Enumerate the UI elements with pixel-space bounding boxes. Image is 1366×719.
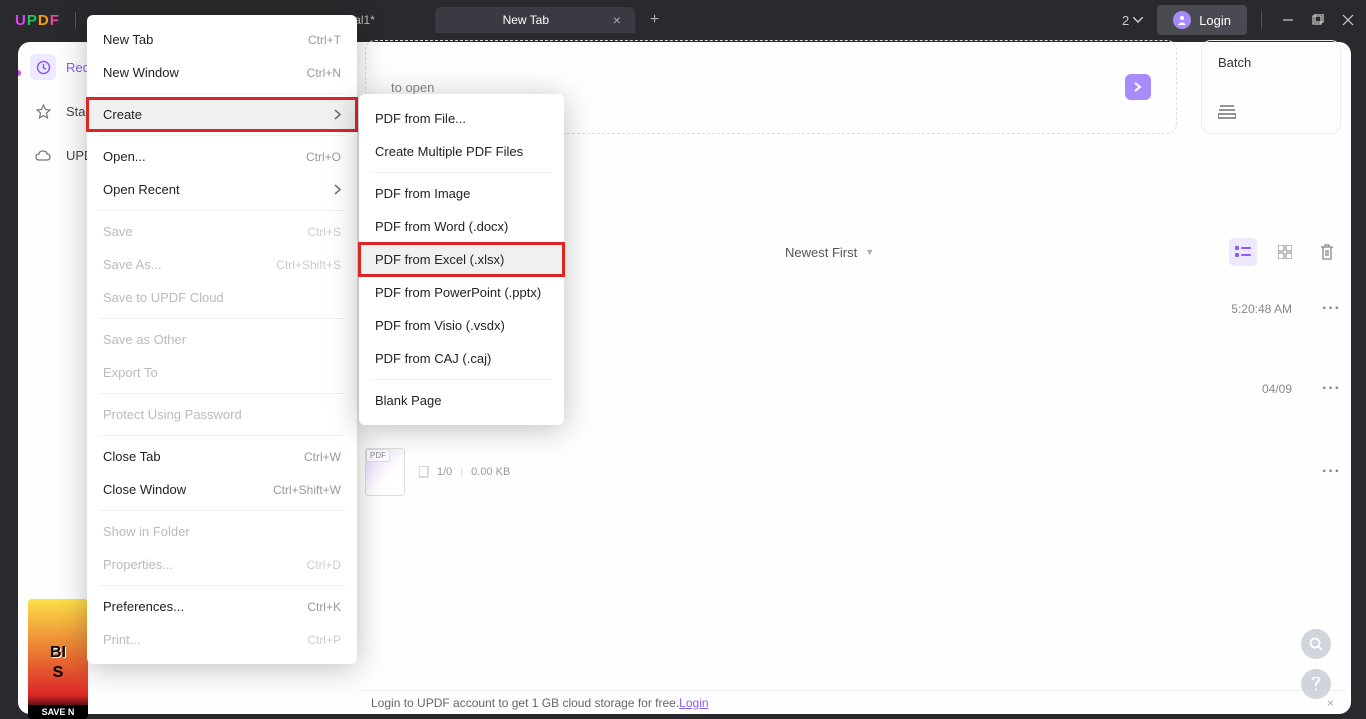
window-count-dropdown[interactable]: 2 bbox=[1122, 13, 1143, 28]
menu-item-save-to-updf-cloud: Save to UPDF Cloud bbox=[87, 281, 357, 314]
menu-item-print: Print...Ctrl+P bbox=[87, 623, 357, 656]
star-icon bbox=[30, 98, 56, 124]
menu-item-open[interactable]: Open...Ctrl+O bbox=[87, 140, 357, 173]
avatar-icon bbox=[1173, 11, 1191, 29]
submenu-item-pdf-from-powerpoint-pptx[interactable]: PDF from PowerPoint (.pptx) bbox=[359, 276, 564, 309]
pdf-thumbnail: PDF bbox=[365, 448, 405, 496]
close-button[interactable] bbox=[1342, 14, 1354, 26]
search-button[interactable] bbox=[1301, 629, 1331, 659]
banner-close-icon[interactable]: × bbox=[1327, 696, 1334, 710]
batch-card[interactable]: Batch bbox=[1201, 40, 1341, 134]
banner-login-link[interactable]: Login bbox=[679, 696, 708, 710]
create-submenu: PDF from File...Create Multiple PDF File… bbox=[359, 94, 564, 425]
chevron-down-icon bbox=[1133, 17, 1143, 23]
menu-item-save-as-other: Save as Other bbox=[87, 323, 357, 356]
menu-item-show-in-folder: Show in Folder bbox=[87, 515, 357, 548]
more-icon[interactable]: ··· bbox=[1322, 380, 1341, 398]
more-icon[interactable]: ··· bbox=[1322, 300, 1341, 318]
submenu-item-create-multiple-pdf-files[interactable]: Create Multiple PDF Files bbox=[359, 135, 564, 168]
grid-view-button[interactable] bbox=[1271, 238, 1299, 266]
pdf-badge: PDF bbox=[366, 449, 390, 462]
login-banner: Login to UPDF account to get 1 GB cloud … bbox=[359, 690, 1346, 714]
sidebar-label: Rec bbox=[66, 60, 89, 75]
menu-item-new-tab[interactable]: New TabCtrl+T bbox=[87, 23, 357, 56]
more-icon[interactable]: ··· bbox=[1322, 463, 1341, 481]
submenu-item-pdf-from-file[interactable]: PDF from File... bbox=[359, 102, 564, 135]
submenu-item-pdf-from-word-docx[interactable]: PDF from Word (.docx) bbox=[359, 210, 564, 243]
help-button[interactable] bbox=[1301, 669, 1331, 699]
app-logo: UPDF bbox=[15, 12, 60, 29]
login-button[interactable]: Login bbox=[1157, 5, 1247, 35]
file-info: 1/0 | 0.00 KB bbox=[419, 466, 510, 478]
cloud-icon bbox=[30, 142, 56, 168]
menu-item-open-recent[interactable]: Open Recent bbox=[87, 173, 357, 206]
menu-item-close-window[interactable]: Close WindowCtrl+Shift+W bbox=[87, 473, 357, 506]
tab-close-icon[interactable]: × bbox=[613, 13, 621, 27]
tab-label: New Tab bbox=[449, 13, 603, 27]
menu-item-preferences[interactable]: Preferences...Ctrl+K bbox=[87, 590, 357, 623]
submenu-item-pdf-from-excel-xlsx[interactable]: PDF from Excel (.xlsx) bbox=[359, 243, 564, 276]
delete-button[interactable] bbox=[1313, 238, 1341, 266]
clock-icon bbox=[30, 54, 56, 80]
chevron-right-icon bbox=[334, 184, 341, 195]
open-card-hint: to open bbox=[391, 80, 434, 95]
file-row[interactable]: PDF 1/0 | 0.00 KB ··· bbox=[365, 448, 1341, 496]
indicator-dot bbox=[18, 70, 21, 76]
file-time: 5:20:48 AM bbox=[1162, 302, 1292, 316]
maximize-button[interactable] bbox=[1312, 14, 1324, 26]
batch-title: Batch bbox=[1218, 55, 1324, 70]
page-icon bbox=[419, 466, 429, 478]
file-menu: New TabCtrl+TNew WindowCtrl+N Create Open.… bbox=[87, 15, 357, 664]
submenu-item-pdf-from-caj-caj[interactable]: PDF from CAJ (.caj) bbox=[359, 342, 564, 375]
tab-new-tab[interactable]: New Tab × bbox=[435, 7, 635, 33]
menu-item-save-as: Save As...Ctrl+Shift+S bbox=[87, 248, 357, 281]
submenu-item-blank-page[interactable]: Blank Page bbox=[359, 384, 564, 417]
menu-item-close-tab[interactable]: Close TabCtrl+W bbox=[87, 440, 357, 473]
menu-item-export-to: Export To bbox=[87, 356, 357, 389]
submenu-item-pdf-from-visio-vsdx[interactable]: PDF from Visio (.vsdx) bbox=[359, 309, 564, 342]
menu-item-protect-using-password: Protect Using Password bbox=[87, 398, 357, 431]
menu-item-properties: Properties...Ctrl+D bbox=[87, 548, 357, 581]
file-date: 04/09 bbox=[1162, 382, 1292, 396]
chevron-right-icon bbox=[334, 109, 341, 120]
stack-icon bbox=[1218, 103, 1324, 119]
menu-item-create[interactable]: Create bbox=[87, 98, 357, 131]
menu-item-new-window[interactable]: New WindowCtrl+N bbox=[87, 56, 357, 89]
arrow-right-icon bbox=[1125, 74, 1151, 100]
add-tab-button[interactable]: + bbox=[650, 11, 659, 29]
promo-banner[interactable]: BI S SAVE N bbox=[28, 599, 88, 719]
sort-dropdown[interactable]: Newest First ▼ bbox=[785, 245, 874, 260]
minimize-button[interactable] bbox=[1282, 14, 1294, 26]
banner-text: Login to UPDF account to get 1 GB cloud … bbox=[371, 696, 679, 710]
submenu-item-pdf-from-image[interactable]: PDF from Image bbox=[359, 177, 564, 210]
list-view-button[interactable] bbox=[1229, 238, 1257, 266]
menu-item-save: SaveCtrl+S bbox=[87, 215, 357, 248]
